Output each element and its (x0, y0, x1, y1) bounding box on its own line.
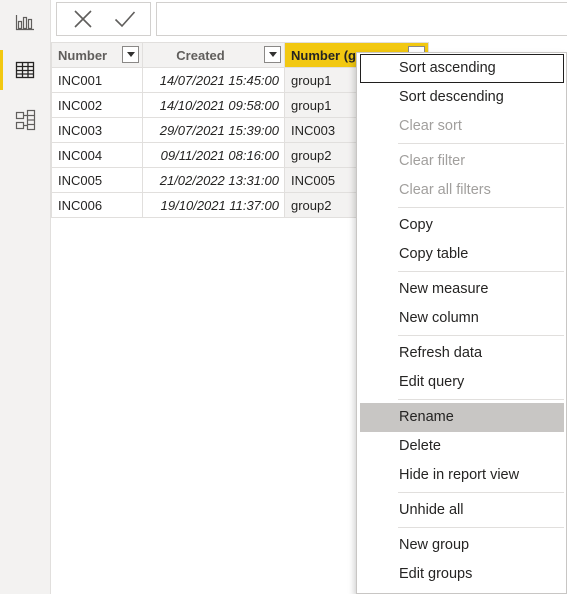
commit-formula-button[interactable] (103, 3, 147, 35)
menu-item-rename[interactable]: Rename (360, 403, 564, 432)
menu-item-clear-all-filters: Clear all filters (399, 182, 491, 198)
report-view-button[interactable] (0, 0, 50, 44)
menu-separator (398, 399, 564, 400)
menu-item-hide-in-report-view[interactable]: Hide in report view (360, 461, 564, 490)
cell-number[interactable]: INC005 (51, 167, 143, 193)
filter-dropdown-icon[interactable] (122, 46, 139, 63)
cell-number[interactable]: INC006 (51, 192, 143, 218)
menu-item-copy-table[interactable]: Copy table (360, 240, 564, 269)
cell-number[interactable]: INC003 (51, 117, 143, 143)
cell-created[interactable]: 19/10/2021 11:37:00 (142, 192, 285, 218)
menu-item-new-column[interactable]: New column (360, 304, 564, 333)
menu-separator (398, 271, 564, 272)
filter-dropdown-icon[interactable] (264, 46, 281, 63)
cell-created[interactable]: 09/11/2021 08:16:00 (142, 142, 285, 168)
bar-chart-icon (15, 15, 34, 31)
column-header-created[interactable]: Created (142, 42, 285, 68)
cancel-formula-button[interactable] (61, 3, 105, 35)
close-icon (74, 10, 92, 28)
menu-item-sort-descending[interactable]: Sort descending (360, 83, 564, 112)
model-view-button[interactable] (0, 98, 50, 142)
menu-item-copy[interactable]: Copy (360, 211, 564, 240)
menu-item-delete[interactable]: Delete (360, 432, 564, 461)
column-header-number[interactable]: Number (51, 42, 143, 68)
model-icon (15, 109, 36, 131)
menu-item-sort-ascending[interactable]: Sort ascending (360, 54, 564, 83)
formula-bar-buttons (56, 2, 151, 36)
cell-created[interactable]: 14/10/2021 09:58:00 (142, 92, 285, 118)
menu-separator (398, 335, 564, 336)
cell-number[interactable]: INC001 (51, 67, 143, 93)
menu-item-edit-groups[interactable]: Edit groups (360, 560, 564, 589)
check-icon (114, 11, 136, 28)
menu-item-unhide-all[interactable]: Unhide all (360, 496, 564, 525)
menu-item-clear-filter: Clear filter (399, 153, 466, 169)
formula-input[interactable] (156, 2, 567, 36)
cell-created[interactable]: 29/07/2021 15:39:00 (142, 117, 285, 143)
menu-item-clear-sort: Clear sort (399, 118, 462, 134)
column-header-label: Created (176, 47, 225, 63)
cell-created[interactable]: 14/07/2021 15:45:00 (142, 67, 285, 93)
cell-number[interactable]: INC002 (51, 92, 143, 118)
menu-item-new-group[interactable]: New group (360, 531, 564, 560)
menu-item-edit-query[interactable]: Edit query (360, 368, 564, 397)
menu-item-refresh-data[interactable]: Refresh data (360, 339, 564, 368)
cell-number[interactable]: INC004 (51, 142, 143, 168)
menu-separator (398, 492, 564, 493)
menu-separator (398, 143, 564, 144)
cell-created[interactable]: 21/02/2022 13:31:00 (142, 167, 285, 193)
menu-separator (398, 207, 564, 208)
table-icon (15, 61, 35, 79)
data-view-button[interactable] (0, 48, 50, 92)
column-context-menu: Sort ascending Sort descending Clear sort C… (356, 52, 567, 594)
menu-item-new-measure[interactable]: New measure (360, 275, 564, 304)
menu-separator (398, 527, 564, 528)
view-nav-rail (0, 0, 51, 594)
